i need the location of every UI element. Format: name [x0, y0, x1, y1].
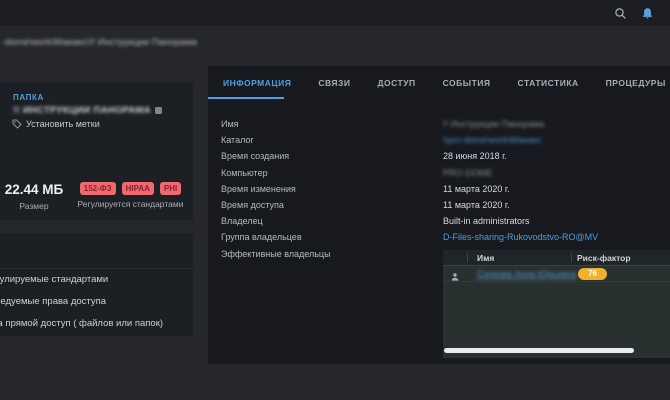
field-value-owner-group-link[interactable]: D-Files-sharing-Rukovodstvo-RO@MV	[443, 232, 598, 242]
size-stat: 22.44 МБ Размер	[0, 182, 68, 211]
column-separator	[571, 253, 572, 262]
field-value-computer: PRO-DOME	[443, 167, 493, 178]
properties-list: Имя !! Инструкции Панорама Каталог \\pro…	[221, 116, 670, 262]
top-bar	[0, 0, 670, 26]
tab-statistics[interactable]: СТАТИСТИКА	[518, 78, 579, 88]
effective-owners-table: Имя Риск-фактор Сачкова Анна Юрьевна 76	[443, 250, 670, 358]
regulation-badge[interactable]: PHI	[159, 182, 182, 195]
tab-access[interactable]: ДОСТУП	[377, 78, 415, 88]
size-caption: Размер	[19, 201, 49, 211]
regulations-caption: Регулируется стандартами	[77, 199, 184, 209]
object-kind-label: ПАПКА	[13, 93, 44, 102]
folder-title-row: !! ИНСТРУКЦИИ ПАНОРАМА	[13, 105, 162, 116]
tag-icon	[12, 119, 22, 129]
regulation-badges: 152-ФЗ HIPAA PHI	[68, 182, 193, 195]
title-badge-icon	[154, 107, 162, 114]
details-panel: ИНФОРМАЦИЯ СВЯЗИ ДОСТУП СОБЫТИЯ СТАТИСТИ…	[208, 66, 670, 364]
field-row-owner: Владелец Built-in administrators	[221, 216, 530, 227]
breadcrumb-path[interactable]: -dome\work\Макаес\!! Инструкции Панорама	[2, 37, 197, 48]
field-row-accessed: Время доступа 11 марта 2020 г.	[221, 200, 510, 211]
search-icon[interactable]	[614, 7, 628, 21]
field-value-modified: 11 марта 2020 г.	[443, 183, 510, 194]
tab-events[interactable]: СОБЫТИЯ	[443, 78, 491, 88]
owner-name-link[interactable]: Сачкова Анна Юрьевна	[477, 269, 576, 279]
field-value-name: !! Инструкции Панорама	[443, 119, 545, 130]
size-value: 22.44 МБ	[4, 182, 64, 197]
column-header-name[interactable]: Имя	[477, 250, 494, 266]
quick-link-direct-access[interactable]: Права на прямой доступ ( файлов или папо…	[0, 318, 163, 332]
quick-link-inherited-permissions[interactable]: Наследуемые права доступа	[0, 296, 106, 310]
field-row-owner-group: Группа владельцев D-Files-sharing-Rukovo…	[221, 232, 599, 243]
tab-relations[interactable]: СВЯЗИ	[318, 78, 350, 88]
field-row-created: Время создания 28 июня 2018 г.	[221, 151, 507, 162]
regulation-badge[interactable]: HIPAA	[121, 182, 154, 195]
table-row[interactable]: Сачкова Анна Юрьевна 76	[443, 266, 670, 282]
tab-procedures[interactable]: ПРОЦЕДУРЫ	[606, 78, 666, 88]
tab-bar: ИНФОРМАЦИЯ СВЯЗИ ДОСТУП СОБЫТИЯ СТАТИСТИ…	[223, 78, 670, 88]
card-divider	[0, 268, 193, 269]
field-row-modified: Время изменения 11 марта 2020 г.	[221, 183, 510, 194]
user-icon	[450, 269, 460, 287]
field-row-computer: Компьютер PRO-DOME	[221, 167, 493, 178]
field-value-accessed: 11 марта 2020 г.	[443, 200, 510, 211]
table-header: Имя Риск-фактор	[443, 250, 670, 266]
quick-link-regulated-standards[interactable]: Регулируемые стандартами	[0, 274, 108, 288]
bell-icon[interactable]	[641, 7, 655, 21]
field-value-created: 28 июня 2018 г.	[443, 151, 507, 162]
quick-links-card: Регулируемые стандартами Наследуемые пра…	[0, 233, 193, 336]
field-row-name: Имя !! Инструкции Панорама	[221, 119, 545, 130]
folder-stats: 22.44 МБ Размер 152-ФЗ HIPAA PHI Регулир…	[0, 182, 193, 211]
column-header-risk[interactable]: Риск-фактор	[577, 250, 631, 266]
field-row-catalog: Каталог \\pro-dome\work\Макаес	[221, 135, 542, 146]
app-screen: -dome\work\Макаес\!! Инструкции Панорама…	[0, 0, 670, 400]
tab-information[interactable]: ИНФОРМАЦИЯ	[223, 78, 291, 88]
regulations-stat: 152-ФЗ HIPAA PHI Регулируется стандартам…	[68, 182, 193, 211]
folder-title: !! ИНСТРУКЦИИ ПАНОРАМА	[13, 105, 151, 116]
table-horizontal-scrollbar[interactable]	[444, 348, 634, 353]
risk-factor-badge: 76	[578, 268, 607, 280]
active-tab-underline	[208, 97, 284, 99]
column-separator	[467, 253, 468, 262]
folder-summary-card: ПАПКА !! ИНСТРУКЦИИ ПАНОРАМА Установить …	[0, 82, 193, 220]
set-labels-label: Установить метки	[26, 119, 100, 129]
set-labels-button[interactable]: Установить метки	[12, 119, 100, 129]
field-value-owner: Built-in administrators	[443, 216, 530, 227]
field-value-catalog-link[interactable]: \\pro-dome\work\Макаес	[443, 135, 542, 145]
regulation-badge[interactable]: 152-ФЗ	[79, 182, 116, 195]
